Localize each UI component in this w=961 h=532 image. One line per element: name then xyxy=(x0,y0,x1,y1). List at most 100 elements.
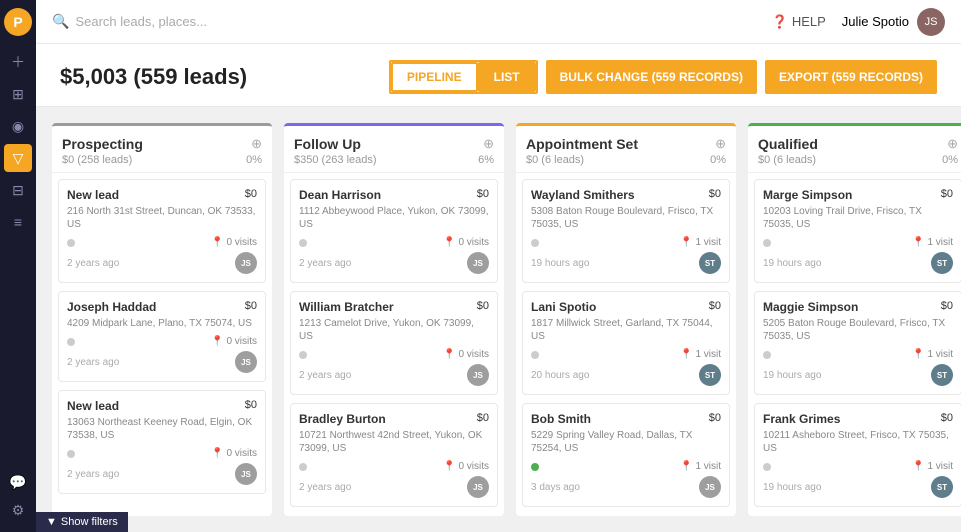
card-footer: 20 hours ago ST xyxy=(531,364,721,386)
col-cards-follow-up: Dean Harrison $0 1112 Abbeywood Place, Y… xyxy=(284,173,504,516)
visits-count: 1 visit xyxy=(927,237,953,248)
col-amount-follow-up: $350 (263 leads) xyxy=(294,154,377,166)
card-amount: $0 xyxy=(245,188,257,200)
card-amount: $0 xyxy=(709,188,721,200)
visits-count: 1 visit xyxy=(695,461,721,472)
card-follow-up-1[interactable]: William Bratcher $0 1213 Camelot Drive, … xyxy=(290,291,498,395)
export-button[interactable]: EXPORT (559 RECORDS) xyxy=(765,60,937,94)
card-meta: 📍1 visit xyxy=(763,349,953,360)
card-amount: $0 xyxy=(941,412,953,424)
status-dot xyxy=(299,239,307,247)
card-avatar: ST xyxy=(931,476,953,498)
card-name: Marge Simpson xyxy=(763,188,852,202)
location-icon: 📍 xyxy=(443,237,455,248)
sidebar-item-chat[interactable]: 💬 xyxy=(4,468,32,496)
status-dot xyxy=(67,450,75,458)
card-name: Maggie Simpson xyxy=(763,300,858,314)
card-time: 20 hours ago xyxy=(531,370,589,381)
sidebar-item-settings[interactable]: ⚙ xyxy=(4,496,32,524)
card-visits: 📍0 visits xyxy=(443,349,489,360)
location-icon: 📍 xyxy=(443,349,455,360)
visits-count: 1 visit xyxy=(695,349,721,360)
card-footer: 3 days ago JS xyxy=(531,476,721,498)
card-avatar: ST xyxy=(699,252,721,274)
col-title-follow-up: Follow Up xyxy=(294,136,361,152)
status-dot xyxy=(763,239,771,247)
card-avatar: JS xyxy=(235,463,257,485)
help-link[interactable]: ❓ HELP xyxy=(772,14,826,30)
col-info-icon-follow-up[interactable]: ⊕ xyxy=(483,136,494,152)
visits-count: 0 visits xyxy=(458,461,489,472)
card-qualified-1[interactable]: Maggie Simpson $0 5205 Baton Rouge Boule… xyxy=(754,291,961,395)
card-amount: $0 xyxy=(477,300,489,312)
show-filters-bar[interactable]: ▼ Show filters xyxy=(36,512,128,532)
user-name: Julie Spotio xyxy=(842,14,909,29)
card-time: 2 years ago xyxy=(299,482,351,493)
card-dot xyxy=(531,351,539,359)
card-meta: 📍1 visit xyxy=(531,237,721,248)
card-name: Dean Harrison xyxy=(299,188,381,202)
card-meta: 📍1 visit xyxy=(763,237,953,248)
page-title: $5,003 (559 leads) xyxy=(60,64,247,90)
top-nav: 🔍 Search leads, places... ❓ HELP Julie S… xyxy=(36,0,961,44)
card-footer: 19 hours ago ST xyxy=(531,252,721,274)
card-dot xyxy=(67,338,75,346)
card-dot xyxy=(763,239,771,247)
card-dot xyxy=(299,351,307,359)
card-amount: $0 xyxy=(709,412,721,424)
status-dot xyxy=(299,351,307,359)
status-dot xyxy=(299,463,307,471)
sidebar-item-document[interactable]: ≡ xyxy=(4,208,32,236)
visits-count: 1 visit xyxy=(695,237,721,248)
card-amount: $0 xyxy=(245,399,257,411)
card-qualified-0[interactable]: Marge Simpson $0 10203 Loving Trail Driv… xyxy=(754,179,961,283)
sidebar-item-funnel[interactable]: ▽ xyxy=(4,144,32,172)
location-icon: 📍 xyxy=(211,336,223,347)
card-appointment-0[interactable]: Wayland Smithers $0 5308 Baton Rouge Bou… xyxy=(522,179,730,283)
card-meta: 📍0 visits xyxy=(67,448,257,459)
location-icon: 📍 xyxy=(680,349,692,360)
col-info-icon-appointment[interactable]: ⊕ xyxy=(715,136,726,152)
location-icon: 📍 xyxy=(680,461,692,472)
col-cards-prospecting: New lead $0 216 North 31st Street, Dunca… xyxy=(52,173,272,516)
card-visits: 📍0 visits xyxy=(443,237,489,248)
list-button[interactable]: LIST xyxy=(478,62,536,92)
card-address: 1112 Abbeywood Place, Yukon, OK 73099, U… xyxy=(299,205,489,231)
card-qualified-2[interactable]: Frank Grimes $0 10211 Asheboro Street, F… xyxy=(754,403,961,507)
sidebar-item-location[interactable]: ◉ xyxy=(4,112,32,140)
card-name: Joseph Haddad xyxy=(67,300,156,314)
card-avatar: JS xyxy=(235,252,257,274)
bulk-change-button[interactable]: BULK CHANGE (559 RECORDS) xyxy=(546,60,757,94)
card-time: 3 days ago xyxy=(531,482,580,493)
col-info-icon-qualified[interactable]: ⊕ xyxy=(947,136,958,152)
card-visits: 📍1 visit xyxy=(912,237,953,248)
card-dot xyxy=(299,463,307,471)
card-prospecting-1[interactable]: Joseph Haddad $0 4209 Midpark Lane, Plan… xyxy=(58,291,266,382)
card-follow-up-0[interactable]: Dean Harrison $0 1112 Abbeywood Place, Y… xyxy=(290,179,498,283)
sidebar-item-add[interactable]: ＋ xyxy=(4,48,32,76)
search-container[interactable]: 🔍 Search leads, places... xyxy=(52,13,207,30)
card-amount: $0 xyxy=(941,300,953,312)
card-prospecting-2[interactable]: New lead $0 13063 Northeast Keeney Road,… xyxy=(58,390,266,494)
card-prospecting-0[interactable]: New lead $0 216 North 31st Street, Dunca… xyxy=(58,179,266,283)
column-follow-up: Follow Up ⊕ $350 (263 leads) 6% Dean Har… xyxy=(284,123,504,516)
kanban-board: Prospecting ⊕ $0 (258 leads) 0% New lead… xyxy=(36,107,961,532)
col-info-icon-prospecting[interactable]: ⊕ xyxy=(251,136,262,152)
col-amount-qualified: $0 (6 leads) xyxy=(758,154,816,166)
sidebar-item-calendar[interactable]: ⊟ xyxy=(4,176,32,204)
card-appointment-1[interactable]: Lani Spotio $0 1817 Millwick Street, Gar… xyxy=(522,291,730,395)
visits-count: 1 visit xyxy=(927,461,953,472)
user-info[interactable]: Julie Spotio JS xyxy=(842,8,945,36)
sidebar: P ＋ ⊞ ◉ ▽ ⊟ ≡ 💬 ⚙ xyxy=(0,0,36,532)
app-logo[interactable]: P xyxy=(4,8,32,36)
pipeline-button[interactable]: PIPELINE xyxy=(391,62,478,92)
card-amount: $0 xyxy=(709,300,721,312)
card-follow-up-2[interactable]: Bradley Burton $0 10721 Northwest 42nd S… xyxy=(290,403,498,507)
card-address: 10721 Northwest 42nd Street, Yukon, OK 7… xyxy=(299,429,489,455)
col-percent-follow-up: 6% xyxy=(478,154,494,166)
col-title-appointment: Appointment Set xyxy=(526,136,638,152)
visits-count: 0 visits xyxy=(226,237,257,248)
sidebar-item-grid[interactable]: ⊞ xyxy=(4,80,32,108)
card-appointment-2[interactable]: Bob Smith $0 5229 Spring Valley Road, Da… xyxy=(522,403,730,507)
visits-count: 0 visits xyxy=(226,448,257,459)
